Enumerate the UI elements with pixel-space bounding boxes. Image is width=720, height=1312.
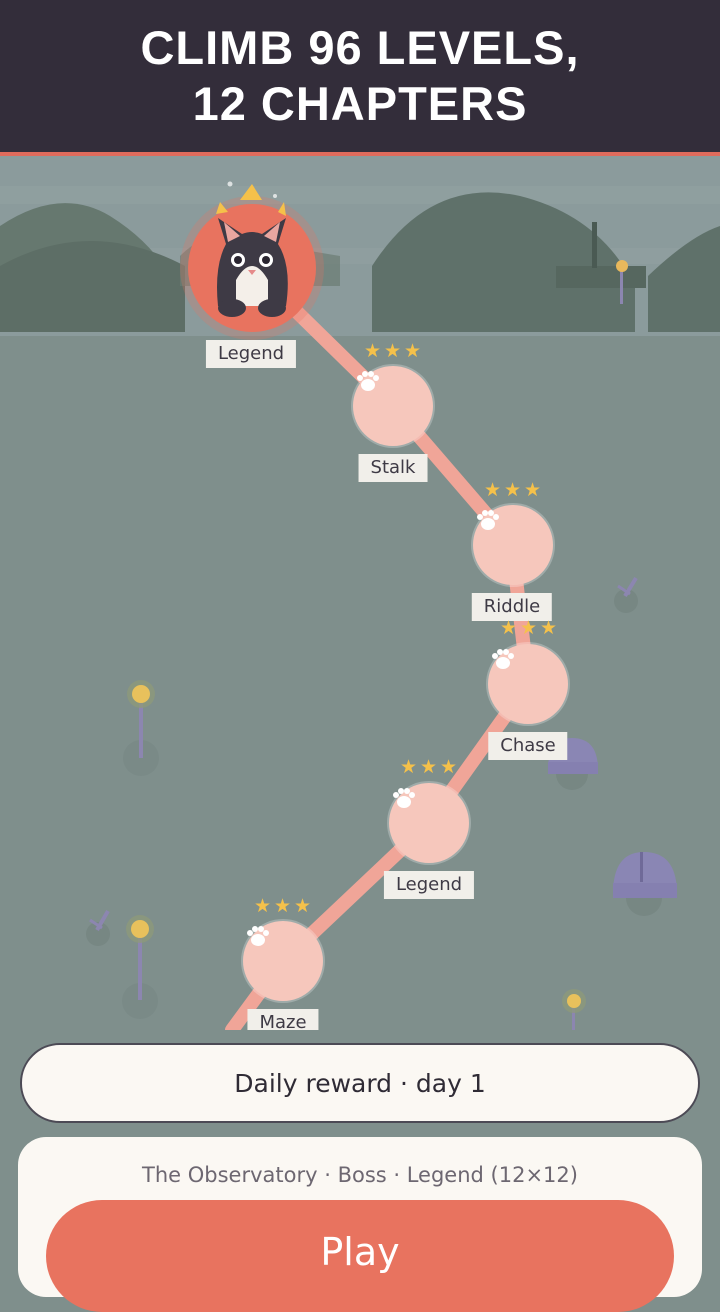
- level-4-stars: ★★★: [399, 756, 461, 778]
- promo-header: CLIMB 96 LEVELS, 12 CHAPTERS: [0, 0, 720, 156]
- level-2-stars: ★★★: [483, 479, 545, 501]
- level-map[interactable]: Legend ★★★ Stalk ★★★ Riddle ★★★ Chase ★★…: [0, 156, 720, 1030]
- paw-icon: [393, 788, 415, 808]
- paw-icon: [247, 926, 269, 946]
- promo-title-line2: 12 CHAPTERS: [192, 77, 528, 130]
- level-label-chase: Chase: [488, 732, 568, 760]
- level-node-riddle[interactable]: [473, 505, 553, 585]
- level-label-legend: Legend: [383, 871, 475, 899]
- level-label-maze: Maze: [247, 1009, 319, 1030]
- level-1-stars: ★★★: [363, 340, 425, 362]
- level-3-stars: ★★★: [499, 617, 561, 639]
- level-5-stars: ★★★: [253, 895, 315, 917]
- level-node-stalk[interactable]: [353, 366, 433, 446]
- daily-reward-button[interactable]: Daily reward · day 1: [20, 1043, 700, 1123]
- current-level-label: Legend: [205, 340, 297, 368]
- play-button[interactable]: Play: [46, 1200, 674, 1312]
- paw-icon: [492, 649, 514, 669]
- paw-icon: [357, 371, 379, 391]
- level-node-chase[interactable]: [488, 644, 568, 724]
- paw-icon: [477, 510, 499, 530]
- level-node-maze[interactable]: [243, 921, 323, 1001]
- map-scenery: [0, 156, 720, 1030]
- level-label-stalk: Stalk: [358, 454, 428, 482]
- next-level-subtitle: The Observatory · Boss · Legend (12×12): [142, 1163, 578, 1187]
- cat-avatar: [217, 218, 288, 317]
- promo-title-line1: CLIMB 96 LEVELS,: [140, 21, 580, 74]
- level-node-legend[interactable]: [389, 783, 469, 863]
